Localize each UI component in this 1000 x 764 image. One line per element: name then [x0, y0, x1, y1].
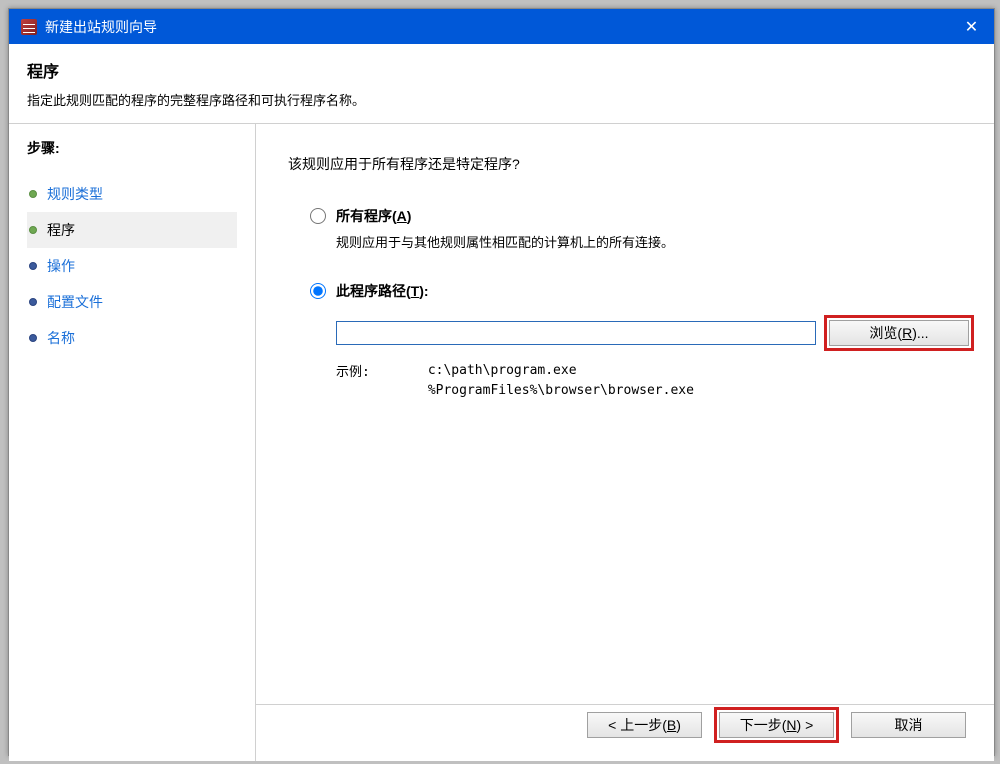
- steps-list: 规则类型 程序 操作 配置文件 名称: [27, 176, 237, 356]
- step-label: 程序: [47, 220, 75, 240]
- radio-row[interactable]: 所有程序(A): [310, 206, 974, 226]
- radio-program-path[interactable]: [310, 283, 326, 299]
- browse-button[interactable]: 浏览(R)...: [829, 320, 969, 346]
- radio-all-description: 规则应用于与其他规则属性相匹配的计算机上的所有连接。: [336, 232, 974, 251]
- footer-separator: [256, 704, 994, 705]
- path-input-row: 浏览(R)...: [336, 315, 974, 351]
- next-label: 下一步(N) >: [740, 717, 814, 733]
- example-label: 示例:: [336, 361, 370, 400]
- browse-label: 浏览(R)...: [869, 325, 928, 341]
- step-item-program[interactable]: 程序: [27, 212, 237, 248]
- page-title: 程序: [27, 58, 976, 82]
- radio-group: 所有程序(A) 规则应用于与其他规则属性相匹配的计算机上的所有连接。 此程序路径…: [288, 206, 974, 400]
- header-section: 程序 指定此规则匹配的程序的完整程序路径和可执行程序名称。: [9, 44, 994, 123]
- example-path-2: %ProgramFiles%\browser\browser.exe: [428, 381, 694, 401]
- bullet-icon: [29, 298, 37, 306]
- back-button[interactable]: < 上一步(B): [587, 712, 702, 738]
- bullet-icon: [29, 226, 37, 234]
- step-label: 操作: [47, 256, 75, 276]
- program-path-input[interactable]: [336, 321, 816, 345]
- next-button[interactable]: 下一步(N) >: [719, 712, 834, 738]
- step-label: 名称: [47, 328, 75, 348]
- radio-path-label: 此程序路径(T):: [336, 281, 429, 301]
- example-row: 示例: c:\path\program.exe %ProgramFiles%\b…: [336, 361, 974, 400]
- sidebar: 步骤: 规则类型 程序 操作 配置文件: [9, 124, 256, 761]
- footer-buttons: < 上一步(B) 下一步(N) > 取消: [587, 707, 966, 743]
- step-label: 配置文件: [47, 292, 103, 312]
- radio-all-programs[interactable]: [310, 208, 326, 224]
- titlebar[interactable]: 新建出站规则向导 ✕: [9, 9, 994, 44]
- content-area: 该规则应用于所有程序还是特定程序? 所有程序(A) 规则应用于与其他规则属性相匹…: [256, 124, 994, 761]
- step-item-profile[interactable]: 配置文件: [27, 284, 237, 320]
- titlebar-left: 新建出站规则向导: [21, 17, 157, 37]
- example-path-1: c:\path\program.exe: [428, 361, 694, 381]
- radio-all-label: 所有程序(A): [336, 206, 411, 226]
- step-item-rule-type[interactable]: 规则类型: [27, 176, 237, 212]
- window-title: 新建出站规则向导: [45, 17, 157, 37]
- close-button[interactable]: ✕: [949, 9, 994, 44]
- content-question: 该规则应用于所有程序还是特定程序?: [288, 154, 974, 174]
- radio-row[interactable]: 此程序路径(T):: [310, 281, 974, 301]
- step-item-action[interactable]: 操作: [27, 248, 237, 284]
- example-paths: c:\path\program.exe %ProgramFiles%\brows…: [428, 361, 694, 400]
- firewall-icon: [21, 19, 37, 35]
- bullet-icon: [29, 334, 37, 342]
- page-subtitle: 指定此规则匹配的程序的完整程序路径和可执行程序名称。: [27, 90, 976, 109]
- wizard-window: 新建出站规则向导 ✕ 程序 指定此规则匹配的程序的完整程序路径和可执行程序名称。…: [8, 8, 995, 756]
- highlight-next: 下一步(N) >: [714, 707, 839, 743]
- main-content: 步骤: 规则类型 程序 操作 配置文件: [9, 124, 994, 761]
- cancel-button[interactable]: 取消: [851, 712, 966, 738]
- steps-label: 步骤:: [27, 138, 237, 158]
- highlight-browse: 浏览(R)...: [824, 315, 974, 351]
- step-item-name[interactable]: 名称: [27, 320, 237, 356]
- step-label: 规则类型: [47, 184, 103, 204]
- bullet-icon: [29, 190, 37, 198]
- radio-option-program-path: 此程序路径(T): 浏览(R)... 示例: c:\path\program.e…: [310, 281, 974, 400]
- bullet-icon: [29, 262, 37, 270]
- radio-option-all-programs: 所有程序(A) 规则应用于与其他规则属性相匹配的计算机上的所有连接。: [310, 206, 974, 251]
- back-label: < 上一步(B): [608, 717, 681, 733]
